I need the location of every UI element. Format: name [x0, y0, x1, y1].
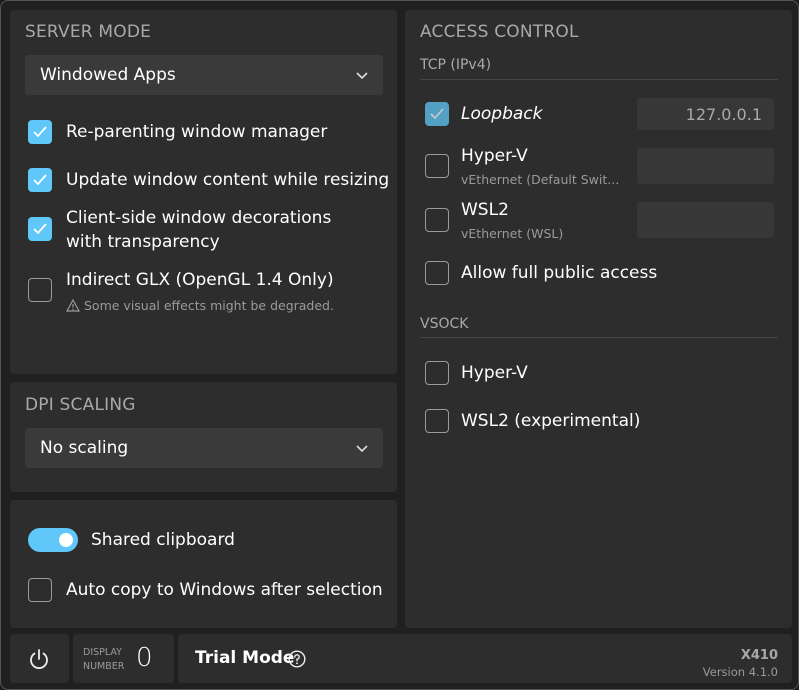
dpi-scaling-dropdown-value: No scaling: [40, 438, 129, 458]
wsl2-tcp-label: WSL2: [461, 200, 509, 220]
display-number-cell: DISPLAY NUMBER 0: [73, 634, 174, 683]
update-content-label: Update window content while resizing: [66, 170, 390, 190]
server-mode-title: SERVER MODE: [25, 22, 152, 42]
indirect-glx-warning: Some visual effects might be degraded.: [84, 298, 334, 313]
auto-copy-label: Auto copy to Windows after selection: [66, 580, 383, 600]
tcp-heading: TCP (IPv4): [420, 57, 492, 73]
client-side-decorations-label-line1: Client-side window decorations: [66, 208, 332, 228]
indirect-glx-checkbox[interactable]: [28, 278, 52, 302]
dpi-scaling-title: DPI SCALING: [25, 395, 136, 415]
wsl2-tcp-checkbox[interactable]: [425, 208, 449, 232]
warning-icon: [66, 299, 80, 312]
public-access-checkbox[interactable]: [425, 261, 449, 285]
public-access-label: Allow full public access: [461, 263, 658, 283]
wsl2-vsock-label: WSL2 (experimental): [461, 411, 641, 431]
client-side-decorations-checkbox[interactable]: [28, 217, 52, 241]
wsl2-address-field[interactable]: [637, 202, 774, 238]
client-side-decorations-label-line2: with transparency: [66, 232, 220, 252]
clipboard-panel: [10, 500, 397, 628]
hyperv-vsock-label: Hyper-V: [461, 363, 528, 383]
chevron-down-icon: [356, 72, 368, 80]
vsock-divider: [420, 337, 778, 338]
access-control-title: ACCESS CONTROL: [420, 22, 579, 42]
app-name: X410: [740, 648, 778, 663]
hyperv-vsock-checkbox[interactable]: [425, 361, 449, 385]
server-mode-dropdown-value: Windowed Apps: [40, 65, 176, 85]
help-icon[interactable]: [288, 650, 306, 668]
shared-clipboard-toggle[interactable]: [28, 528, 78, 552]
server-mode-dropdown[interactable]: Windowed Apps: [25, 55, 383, 95]
loopback-label: Loopback: [461, 104, 543, 124]
power-icon: [30, 649, 48, 670]
display-label-line2: NUMBER: [83, 661, 125, 672]
hyperv-tcp-checkbox[interactable]: [425, 154, 449, 178]
display-label-line1: DISPLAY: [83, 647, 122, 658]
loopback-address-field: 127.0.0.1: [637, 98, 774, 130]
vsock-heading: VSOCK: [420, 316, 469, 332]
hyperv-tcp-label: Hyper-V: [461, 146, 528, 166]
display-number-value: 0: [136, 643, 153, 673]
toggle-knob: [59, 533, 73, 547]
reparenting-label: Re-parenting window manager: [66, 122, 328, 142]
indirect-glx-label: Indirect GLX (OpenGL 1.4 Only): [66, 270, 334, 290]
dpi-scaling-dropdown[interactable]: No scaling: [25, 428, 383, 468]
trial-mode-label: Trial Mode: [195, 648, 295, 668]
auto-copy-checkbox[interactable]: [28, 578, 52, 602]
wsl2-tcp-sublabel: vEthernet (WSL): [461, 226, 564, 241]
loopback-checkbox[interactable]: [425, 102, 449, 126]
checkmark-icon: [33, 223, 47, 235]
wsl2-vsock-checkbox[interactable]: [425, 409, 449, 433]
chevron-down-icon: [356, 445, 368, 453]
checkmark-icon: [33, 126, 47, 138]
checkmark-icon: [430, 108, 444, 120]
status-cell: Trial Mode X410 Version 4.1.0: [178, 634, 792, 683]
tcp-divider: [420, 79, 778, 80]
hyperv-tcp-sublabel: vEthernet (Default Swit...: [461, 172, 620, 187]
shared-clipboard-label: Shared clipboard: [91, 530, 235, 550]
app-window: SERVER MODE Windowed Apps Re-parenting w…: [0, 0, 799, 690]
hyperv-address-field[interactable]: [637, 148, 774, 184]
app-version: Version 4.1.0: [702, 665, 778, 679]
power-button[interactable]: [10, 634, 69, 683]
checkmark-icon: [33, 174, 47, 186]
update-content-checkbox[interactable]: [28, 168, 52, 192]
reparenting-checkbox[interactable]: [28, 120, 52, 144]
